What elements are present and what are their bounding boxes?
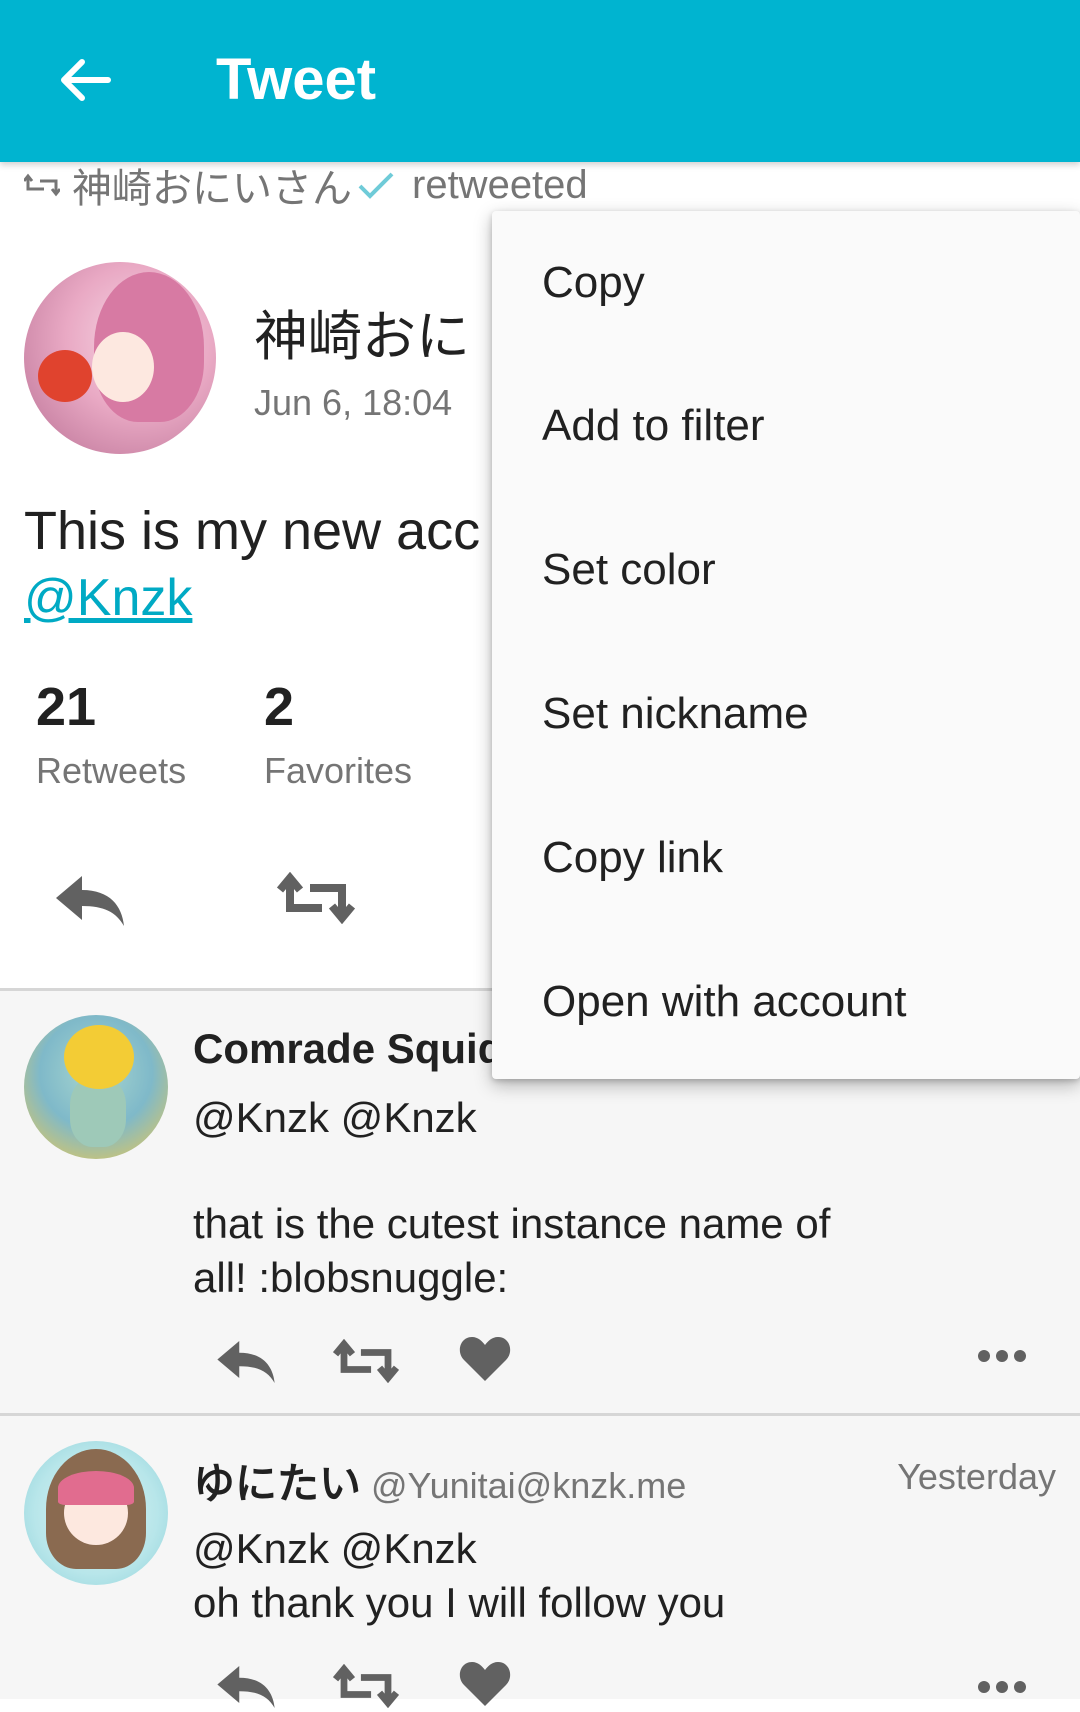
reply-icon[interactable] [52,872,128,930]
reply-author-handle[interactable]: @Yunitai@knzk.me [371,1465,686,1506]
tweet-date: Jun 6, 18:04 [254,382,453,423]
menu-item-set-color[interactable]: Set color [492,498,1080,642]
context-menu: Copy Add to filter Set color Set nicknam… [492,211,1080,1079]
menu-item-set-nickname[interactable]: Set nickname [492,642,1080,786]
retweet-action-icon[interactable] [276,872,356,924]
retweet-action-icon[interactable] [332,1339,400,1383]
favorites-label: Favorites [264,750,413,791]
favorites-stat[interactable]: 2 Favorites [264,676,412,792]
retweets-count: 21 [36,677,97,737]
menu-item-add-to-filter[interactable]: Add to filter [492,354,1080,498]
menu-item-copy-link[interactable]: Copy link [492,786,1080,930]
reply-author-line: ゆにたい @Yunitai@knzk.me [193,1450,686,1511]
retweeted-by-line: 神崎おにいさん retweeted [24,160,588,211]
author-name[interactable]: 神崎おに [254,292,470,371]
tweet-text: This is my new acc [24,501,481,561]
retweeter-name[interactable]: 神崎おにいさん [72,156,352,214]
page-title: Tweet [216,47,377,112]
retweeted-label: retweeted [412,162,588,207]
retweets-stat[interactable]: 21 Retweets [36,676,186,792]
reply-icon[interactable] [214,1337,278,1387]
retweet-icon [24,173,60,197]
reply-icon[interactable] [214,1662,278,1712]
more-options-icon[interactable] [978,1349,1026,1363]
author-avatar[interactable] [24,262,216,454]
retweet-action-icon[interactable] [332,1664,400,1708]
reply-time: Yesterday [897,1456,1056,1497]
reply-avatar[interactable] [24,1441,168,1585]
menu-item-open-with-account[interactable]: Open with account [492,930,1080,1074]
mention-link[interactable]: @Knzk [24,568,192,628]
reply-mentions: @Knzk @Knzk [193,1094,477,1141]
favorite-heart-icon[interactable] [458,1658,512,1708]
retweets-label: Retweets [36,750,187,791]
app-bar: Tweet [0,0,1080,162]
reply-author-name[interactable]: ゆにたい [193,1460,361,1507]
menu-item-copy[interactable]: Copy [492,211,1080,354]
favorite-heart-icon[interactable] [458,1333,512,1383]
reply-text: that is the cutest instance name of all!… [193,1200,831,1301]
reply-text: @Knzk @Knzk oh thank you I will follow y… [193,1525,726,1626]
more-options-icon[interactable] [978,1680,1026,1694]
reply-avatar[interactable] [24,1015,168,1159]
reply-author-name[interactable]: Comrade Squid [193,1025,503,1073]
verified-check-icon [358,172,394,199]
favorites-count: 2 [264,677,295,737]
reply-item[interactable]: ゆにたい @Yunitai@knzk.me Yesterday @Knzk @Kn… [0,1416,1080,1709]
back-arrow-icon[interactable] [56,56,112,104]
